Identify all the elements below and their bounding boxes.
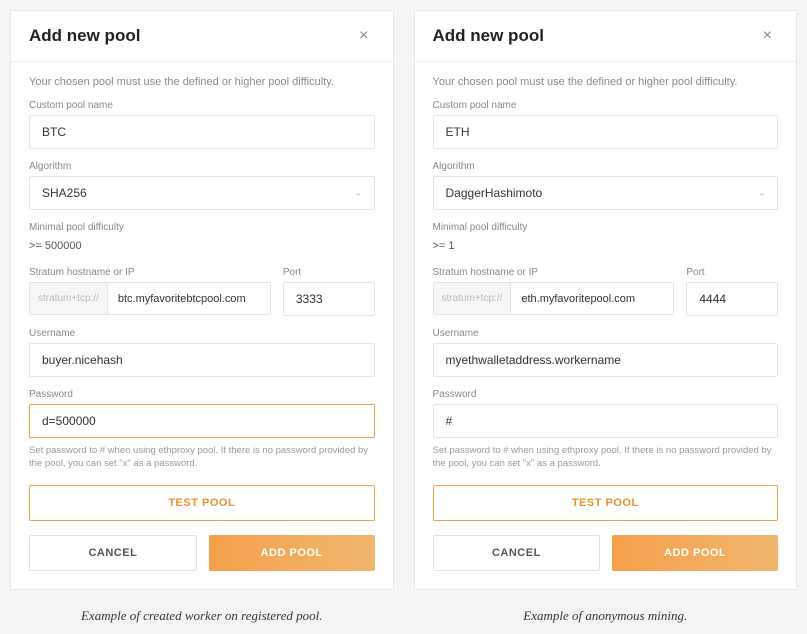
test-pool-button[interactable]: TEST POOL [29, 485, 375, 521]
username-input[interactable] [29, 343, 375, 377]
algorithm-label: Algorithm [433, 161, 779, 172]
dialog-title: Add new pool [29, 26, 140, 46]
username-input[interactable] [433, 343, 779, 377]
pool-name-label: Custom pool name [29, 100, 375, 111]
caption-right: Example of anonymous mining. [414, 608, 798, 624]
close-button[interactable]: × [757, 25, 778, 47]
add-pool-button[interactable]: ADD POOL [209, 535, 375, 571]
cancel-button[interactable]: CANCEL [29, 535, 197, 571]
cancel-button[interactable]: CANCEL [433, 535, 601, 571]
password-help: Set password to # when using ethproxy po… [433, 444, 779, 471]
port-label: Port [686, 267, 778, 278]
username-label: Username [433, 328, 779, 339]
host-prefix: stratum+tcp:// [434, 283, 512, 314]
algorithm-select[interactable] [29, 176, 375, 210]
host-input[interactable] [511, 283, 673, 314]
test-pool-button[interactable]: TEST POOL [433, 485, 779, 521]
pool-name-input[interactable] [29, 115, 375, 149]
host-label: Stratum hostname or IP [29, 267, 271, 278]
algorithm-label: Algorithm [29, 161, 375, 172]
host-input[interactable] [108, 283, 270, 314]
difficulty-label: Minimal pool difficulty [433, 222, 779, 233]
caption-left: Example of created worker on registered … [10, 608, 394, 624]
host-prefix: stratum+tcp:// [30, 283, 108, 314]
port-label: Port [283, 267, 375, 278]
host-label: Stratum hostname or IP [433, 267, 675, 278]
add-pool-dialog-right: Add new pool × Your chosen pool must use… [414, 10, 798, 590]
port-input[interactable] [283, 282, 375, 316]
difficulty-value: >= 500000 [29, 237, 375, 255]
password-help: Set password to # when using ethproxy po… [29, 444, 375, 471]
pool-name-label: Custom pool name [433, 100, 779, 111]
close-icon: × [763, 27, 772, 44]
port-input[interactable] [686, 282, 778, 316]
password-input[interactable] [29, 404, 375, 438]
add-pool-dialog-left: Add new pool × Your chosen pool must use… [10, 10, 394, 590]
difficulty-label: Minimal pool difficulty [29, 222, 375, 233]
info-text: Your chosen pool must use the defined or… [29, 76, 375, 88]
username-label: Username [29, 328, 375, 339]
password-label: Password [433, 389, 779, 400]
algorithm-select[interactable] [433, 176, 779, 210]
pool-name-input[interactable] [433, 115, 779, 149]
close-button[interactable]: × [353, 25, 374, 47]
add-pool-button[interactable]: ADD POOL [612, 535, 778, 571]
password-label: Password [29, 389, 375, 400]
password-input[interactable] [433, 404, 779, 438]
info-text: Your chosen pool must use the defined or… [433, 76, 779, 88]
dialog-title: Add new pool [433, 26, 544, 46]
difficulty-value: >= 1 [433, 237, 779, 255]
close-icon: × [359, 27, 368, 44]
